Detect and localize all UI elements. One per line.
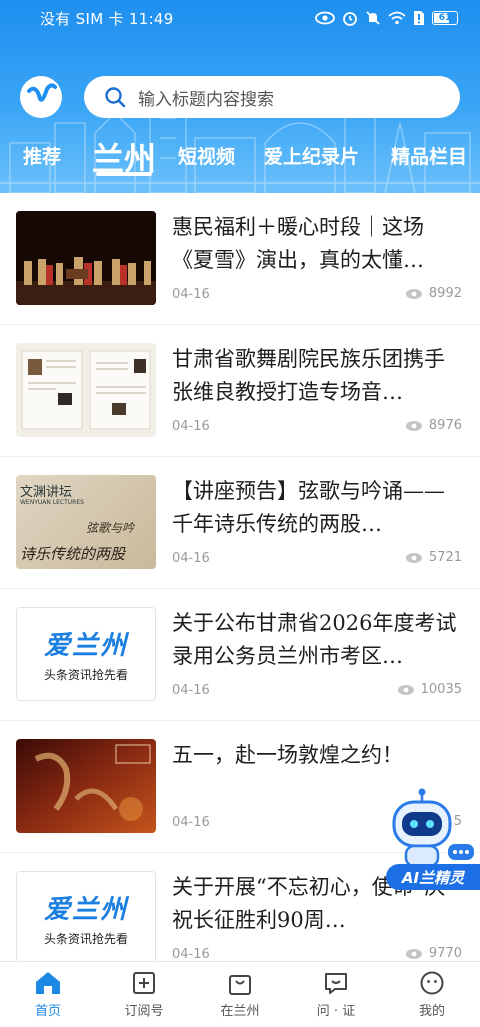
view-count-value: 9770 (428, 946, 462, 961)
article-title: 甘肃省歌舞剧院民族乐团携手张维良教授打造专场音… (172, 347, 445, 404)
nav-subscribe-label: 订阅号 (124, 1004, 164, 1019)
eye-icon (315, 11, 335, 25)
status-bar: 没有 SIM 卡 11:49 61 (0, 0, 480, 36)
status-text: 没有 SIM 卡 11:49 (40, 9, 174, 28)
tab-recommend[interactable]: 推荐 (23, 142, 61, 169)
view-count: 8976 (405, 418, 462, 433)
bag-icon (229, 975, 251, 995)
lecture-poster-heading: 文渊讲坛 (20, 485, 73, 500)
nav-home[interactable]: 首页 (0, 970, 96, 1019)
nav-subscribe[interactable]: 订阅号 (96, 970, 192, 1019)
wifi-icon (388, 11, 406, 25)
view-count-value: 10035 (420, 682, 462, 697)
lecture-poster-subheading: WENYUAN LECTURES (20, 499, 84, 506)
poster-photo-thumbnail (16, 343, 156, 437)
active-tab-indicator (96, 172, 152, 176)
article-item[interactable]: 文渊讲坛 WENYUAN LECTURES 弦歌与吟 诗乐传统的两股 【讲座预告… (0, 457, 480, 589)
nav-in-lanzhou-label: 在兰州 (220, 1004, 260, 1019)
nav-profile[interactable]: 我的 (384, 970, 480, 1019)
view-count-value: 5721 (428, 550, 462, 565)
article-title: 关于公布甘肃省2026年度考试录用公务员兰州市考区… (172, 611, 457, 668)
eye-icon (405, 948, 422, 959)
eye-icon (405, 420, 422, 431)
app-logo[interactable] (20, 76, 62, 118)
brand-logo-text: 爱兰州 (43, 631, 128, 661)
brand-logo-thumbnail: 爱兰州 头条资讯抢先看 (16, 607, 156, 701)
view-count: 5721 (405, 550, 462, 565)
eye-icon (405, 552, 422, 563)
search-placeholder: 输入标题内容搜索 (138, 89, 274, 110)
article-date: 04-16 (172, 287, 210, 302)
category-tabs: 推荐 兰州 短视频 爱上纪录片 精品栏目 (0, 134, 480, 180)
eye-icon (397, 684, 414, 695)
view-count-value: 8992 (428, 286, 462, 301)
article-item[interactable]: 惠民福利＋暖心时段｜这场《夏雪》演出，真的太懂… 04-16 8992 (0, 193, 480, 325)
article-item[interactable]: 甘肃省歌舞剧院民族乐团携手张维良教授打造专场音… 04-16 8976 (0, 325, 480, 457)
lecture-poster-line1: 弦歌与吟 (86, 521, 135, 535)
app-logo-icon (27, 83, 57, 102)
tab-documentary[interactable]: 爱上纪录片 (264, 142, 359, 169)
nav-profile-label: 我的 (418, 1004, 445, 1019)
lecture-poster-thumbnail: 文渊讲坛 WENYUAN LECTURES 弦歌与吟 诗乐传统的两股 (16, 475, 156, 569)
nav-ask-verify[interactable]: 问 · 证 (288, 970, 384, 1019)
mute-icon (366, 11, 380, 25)
search-bar[interactable]: 输入标题内容搜索 (84, 76, 460, 118)
article-date: 04-16 (172, 815, 210, 830)
app-header: 没有 SIM 卡 11:49 61 输入标题内容搜索 推荐 兰州 短视频 爱上纪… (0, 0, 480, 193)
view-count: 8992 (405, 286, 462, 301)
article-date: 04-16 (172, 683, 210, 698)
ai-assistant-button[interactable]: AI兰精灵 (386, 788, 480, 900)
alarm-icon (343, 12, 357, 26)
brand-logo-slogan: 头条资讯抢先看 (43, 932, 128, 946)
brand-logo-slogan: 头条资讯抢先看 (43, 668, 128, 682)
battery-level: 61 (438, 13, 452, 23)
profile-icon (420, 971, 444, 995)
nav-home-label: 首页 (34, 1004, 61, 1019)
tab-short-video[interactable]: 短视频 (178, 142, 235, 169)
bottom-navigation: 首页 订阅号 在兰州 问 · 证 我的 (0, 961, 480, 1027)
stage-photo-thumbnail (16, 211, 156, 305)
view-count-value: 8976 (428, 418, 462, 433)
view-count: 10035 (397, 682, 462, 697)
eye-icon (405, 288, 422, 299)
article-date: 04-16 (172, 947, 210, 961)
nav-in-lanzhou[interactable]: 在兰州 (192, 970, 288, 1019)
brand-logo-thumbnail: 爱兰州 头条资讯抢先看 (16, 871, 156, 961)
article-item[interactable]: 爱兰州 头条资讯抢先看 关于公布甘肃省2026年度考试录用公务员兰州市考区… 0… (0, 589, 480, 721)
lecture-poster-line2: 诗乐传统的两股 (20, 545, 126, 563)
brand-logo-text: 爱兰州 (43, 895, 128, 925)
chat-icon (325, 973, 347, 994)
battery-icon: 61 (432, 11, 458, 25)
sim-alert-icon (414, 11, 424, 25)
tab-featured[interactable]: 精品栏目 (391, 142, 467, 169)
ai-assistant-label: AI兰精灵 (386, 864, 480, 890)
home-icon (36, 972, 60, 994)
subscribe-icon (133, 972, 155, 994)
article-title: 【讲座预告】弦歌与吟诵——千年诗乐传统的两股… (172, 479, 445, 536)
search-icon (105, 87, 126, 108)
article-date: 04-16 (172, 551, 210, 566)
nav-ask-verify-label: 问 · 证 (316, 1004, 356, 1019)
view-count: 9770 (405, 946, 462, 961)
article-date: 04-16 (172, 419, 210, 434)
dunhuang-poster-thumbnail (16, 739, 156, 833)
article-title: 惠民福利＋暖心时段｜这场《夏雪》演出，真的太懂… (172, 215, 424, 272)
